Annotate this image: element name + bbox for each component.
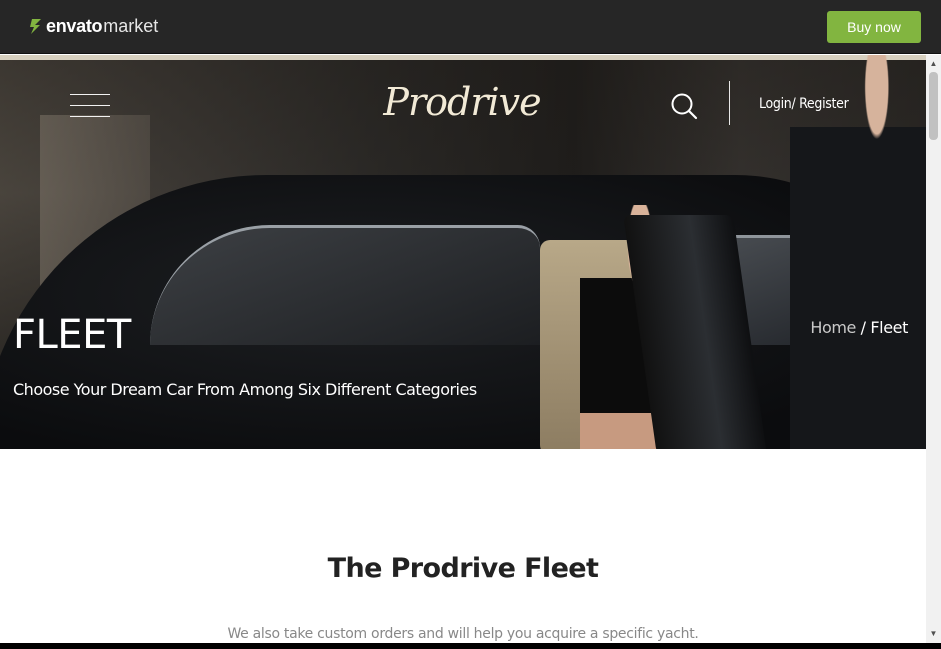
breadcrumb-separator: /: [856, 318, 871, 337]
window-bottom-edge: [0, 643, 941, 649]
envato-logo[interactable]: envato market: [29, 15, 158, 37]
envato-brand-text: envato: [46, 15, 103, 36]
section-description: We also take custom orders and will help…: [227, 626, 699, 642]
login-register-link[interactable]: Login/ Register: [759, 96, 849, 112]
breadcrumb-home-link[interactable]: Home: [810, 318, 856, 337]
page-subtitle: Choose Your Dream Car From Among Six Dif…: [13, 380, 477, 399]
page-title: FLEET: [13, 312, 131, 358]
site-logo[interactable]: Prodrive: [362, 80, 562, 130]
breadcrumb-current: Fleet: [870, 318, 908, 337]
envato-market-text: market: [103, 15, 159, 36]
car-window-left: [150, 225, 540, 345]
envato-top-bar: envato market Buy now: [0, 0, 941, 54]
breadcrumb: Home / Fleet: [810, 318, 908, 337]
scroll-down-arrow-icon[interactable]: ▼: [926, 627, 941, 641]
scroll-up-arrow-icon[interactable]: ▲: [926, 57, 941, 71]
chauffeur-image: [790, 55, 926, 449]
hero-top-stripe: [0, 55, 926, 60]
nav-divider: [729, 81, 730, 125]
scrollbar-thumb[interactable]: [929, 72, 938, 140]
hamburger-menu-icon[interactable]: [70, 94, 110, 118]
buy-now-button[interactable]: Buy now: [827, 11, 921, 43]
section-title: The Prodrive Fleet: [327, 553, 599, 584]
search-icon[interactable]: [670, 92, 698, 120]
page-scrollbar[interactable]: ▲ ▼: [926, 55, 941, 643]
envato-leaf-icon: [30, 19, 41, 34]
